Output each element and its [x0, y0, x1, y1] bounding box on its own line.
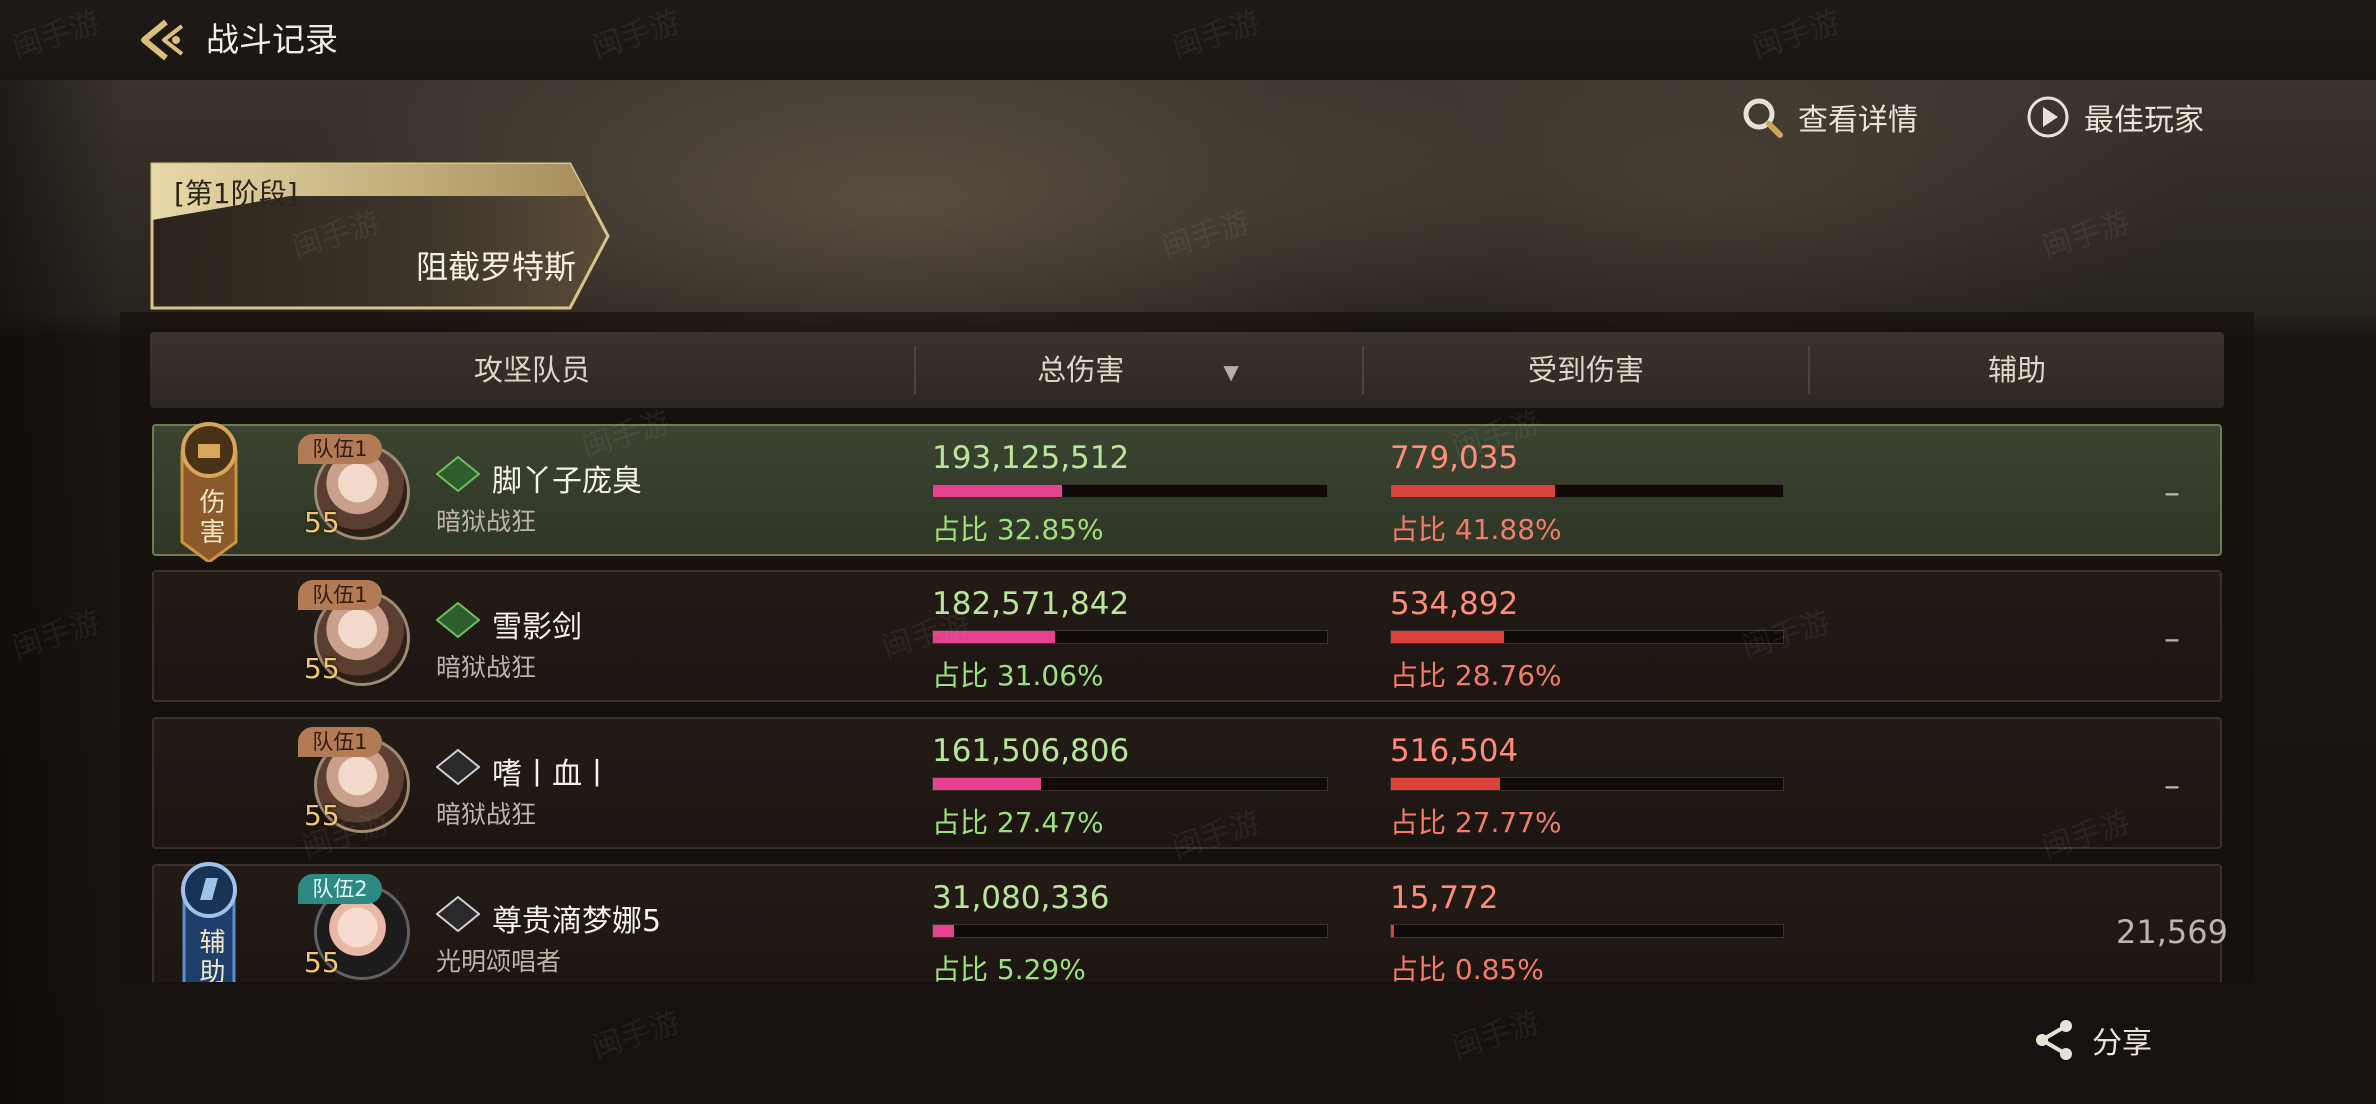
- player-name: 尊贵滴梦娜5: [492, 904, 662, 939]
- damage-received-value: 15,772: [1390, 880, 1499, 916]
- top-bar: 战斗记录: [0, 0, 2376, 80]
- table-row[interactable]: 辅助 队伍2 55 尊贵滴梦娜5 光明颂唱者 31,080,336 占比 5.2…: [152, 862, 2228, 1002]
- total-damage-value: 182,571,842: [932, 586, 1130, 622]
- team-badge: 队伍1: [298, 434, 382, 464]
- received-bar-fill: [1391, 925, 1395, 937]
- player-name: 脚丫子庞臭: [492, 464, 642, 499]
- best-player-label: 最佳玩家: [2084, 103, 2204, 138]
- column-members: 攻坚队员: [473, 353, 590, 387]
- newbie-tag-icon: [436, 896, 480, 932]
- share-button[interactable]: 分享: [2030, 1016, 2152, 1064]
- level: 55: [304, 946, 340, 979]
- phase-tab[interactable]: [第1阶段] 阻截罗特斯: [150, 162, 610, 310]
- sort-down-icon[interactable]: ▼: [1223, 334, 1238, 410]
- total-damage-value: 193,125,512: [932, 440, 1130, 476]
- list-scroll-mask: [120, 982, 2254, 1104]
- newbie-tag-icon: [436, 749, 480, 785]
- view-details-button[interactable]: 查看详情: [1740, 95, 1918, 139]
- received-bar: [1390, 924, 1784, 938]
- received-share: 占比 27.77%: [1390, 806, 1562, 839]
- role-label: 伤害: [195, 488, 225, 548]
- damage-received-value: 516,504: [1390, 733, 1519, 769]
- player-name: 嗜丨血丨: [492, 757, 612, 792]
- assist-value: 21,569: [2116, 913, 2228, 951]
- damage-bar: [932, 630, 1328, 644]
- damage-bar-fill: [933, 778, 1042, 790]
- received-bar-fill: [1391, 631, 1504, 643]
- received-bar-fill: [1391, 778, 1500, 790]
- share-label: 分享: [2092, 1026, 2152, 1061]
- background-vignette: [0, 80, 120, 1104]
- received-bar: [1390, 777, 1784, 791]
- level: 55: [304, 652, 340, 685]
- table-row[interactable]: 队伍1 55 雪影剑 暗狱战狂 182,571,842 占比 31.06% 53…: [152, 570, 2222, 702]
- column-total-damage-label: 总伤害: [1037, 353, 1125, 387]
- received-bar-fill: [1391, 485, 1556, 497]
- damage-bar: [932, 777, 1328, 791]
- received-share: 占比 28.76%: [1390, 659, 1562, 692]
- received-bar: [1390, 630, 1784, 644]
- damage-share: 占比 27.47%: [932, 806, 1104, 839]
- phase-label: [第1阶段]: [174, 177, 298, 210]
- class-name: 暗狱战狂: [436, 653, 537, 682]
- table-header: 攻坚队员 总伤害 ▼ 受到伤害 辅助: [150, 332, 2224, 408]
- normal-tag-icon: [436, 602, 480, 638]
- back-icon[interactable]: [136, 16, 190, 64]
- column-total-damage[interactable]: 总伤害 ▼: [916, 332, 1360, 408]
- damage-bar: [932, 484, 1328, 498]
- class-name: 暗狱战狂: [436, 800, 537, 829]
- phase-name: 阻截罗特斯: [415, 248, 576, 286]
- damage-bar: [932, 924, 1328, 938]
- normal-tag-icon: [436, 456, 480, 492]
- page-title: 战斗记录: [206, 20, 338, 59]
- table-row[interactable]: 队伍1 55 嗜丨血丨 暗狱战狂 161,506,806 占比 27.47% 5…: [152, 717, 2222, 849]
- level: 55: [304, 799, 340, 832]
- team-badge: 队伍1: [298, 580, 382, 610]
- damage-bar-fill: [933, 485, 1063, 497]
- team-badge: 队伍1: [298, 727, 382, 757]
- best-player-button[interactable]: 最佳玩家: [2026, 95, 2204, 139]
- damage-received-value: 534,892: [1390, 586, 1519, 622]
- damage-bar-fill: [933, 925, 954, 937]
- total-damage-value: 31,080,336: [932, 880, 1110, 916]
- search-icon: [1743, 98, 1783, 138]
- damage-share: 占比 32.85%: [932, 513, 1104, 546]
- assist-value: –: [2164, 619, 2180, 657]
- role-label: 辅助: [195, 928, 225, 988]
- damage-share: 占比 31.06%: [932, 659, 1104, 692]
- damage-received-value: 779,035: [1390, 440, 1519, 476]
- total-damage-value: 161,506,806: [932, 733, 1130, 769]
- class-name: 暗狱战狂: [436, 507, 537, 536]
- player-name: 雪影剑: [492, 610, 582, 645]
- received-bar: [1390, 484, 1784, 498]
- assist-value: –: [2164, 473, 2180, 511]
- play-icon: [2027, 96, 2069, 138]
- share-icon: [2036, 1020, 2072, 1060]
- assist-value: –: [2164, 766, 2180, 804]
- level: 55: [304, 506, 340, 539]
- team-badge: 队伍2: [298, 874, 382, 904]
- column-damage-received: 受到伤害: [1527, 353, 1644, 387]
- damage-bar-fill: [933, 631, 1056, 643]
- view-details-label: 查看详情: [1798, 103, 1918, 138]
- received-share: 占比 41.88%: [1390, 513, 1562, 546]
- class-name: 光明颂唱者: [436, 947, 562, 976]
- column-assist: 辅助: [1987, 353, 2046, 387]
- table-row[interactable]: 伤害 队伍1 55 脚丫子庞臭 暗狱战狂 193,125,512 占比 32.8…: [152, 422, 2222, 562]
